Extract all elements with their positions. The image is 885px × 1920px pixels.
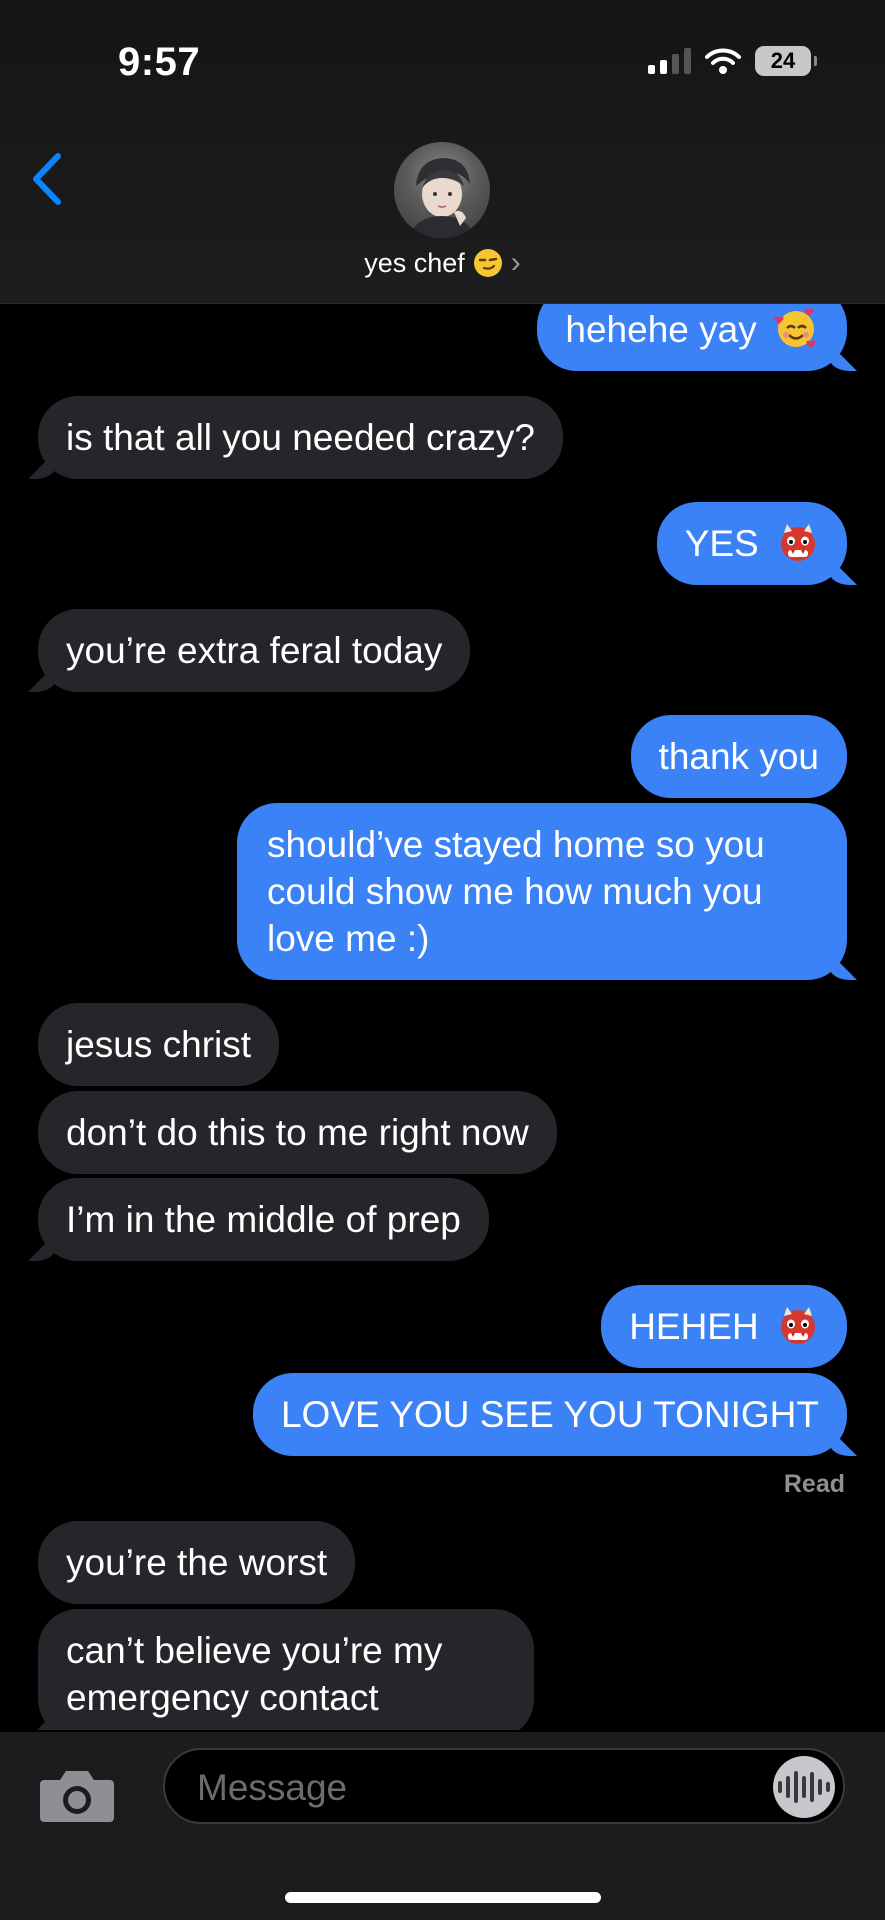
message-text: hehehe yay bbox=[565, 309, 757, 350]
message-bubble-incoming[interactable]: can’t believe you’re my emergency contac… bbox=[38, 1609, 534, 1730]
message-text: YES bbox=[684, 523, 759, 564]
read-receipt: Read bbox=[783, 1470, 845, 1498]
message-text: thank you bbox=[658, 736, 819, 777]
ogre-icon bbox=[781, 1307, 815, 1344]
message-input-container bbox=[163, 1748, 845, 1824]
message-bubble-outgoing[interactable]: LOVE YOU SEE YOU TONIGHT bbox=[252, 1373, 847, 1456]
message-bubble-incoming[interactable]: you’re the worst bbox=[38, 1521, 356, 1604]
contact-name: yes chef bbox=[364, 247, 465, 278]
message-text: you’re extra feral today bbox=[66, 630, 443, 671]
message-bubble-incoming[interactable]: you’re extra feral today bbox=[38, 609, 471, 692]
message-bubble-incoming[interactable]: I’m in the middle of prep bbox=[38, 1178, 489, 1261]
message-text: HEHEH bbox=[629, 1306, 759, 1347]
compose-bar bbox=[0, 1732, 885, 1920]
chevron-right-icon: › bbox=[510, 246, 521, 279]
avatar-illustration bbox=[408, 158, 476, 238]
status-icons: 24 bbox=[648, 46, 817, 76]
message-bubble-outgoing[interactable]: thank you bbox=[630, 715, 847, 798]
message-bubble-outgoing[interactable]: YES bbox=[656, 502, 847, 585]
battery-level: 24 bbox=[770, 48, 796, 73]
battery-icon: 24 bbox=[755, 46, 817, 76]
contact-avatar[interactable] bbox=[394, 142, 490, 238]
message-bubble-outgoing[interactable]: HEHEH bbox=[601, 1285, 847, 1368]
ogre-icon bbox=[781, 524, 815, 561]
voice-message-icon[interactable] bbox=[773, 1756, 835, 1818]
conversation-header: 9:57 24 yes chef › bbox=[0, 0, 885, 304]
wifi-icon bbox=[705, 48, 741, 74]
back-chevron-icon[interactable] bbox=[24, 150, 74, 208]
message-bubble-incoming[interactable]: is that all you needed crazy? bbox=[38, 396, 563, 479]
message-bubble-incoming[interactable]: don’t do this to me right now bbox=[38, 1091, 557, 1174]
home-indicator[interactable] bbox=[285, 1892, 601, 1903]
message-text: LOVE YOU SEE YOU TONIGHT bbox=[280, 1394, 819, 1435]
message-text: I’m in the middle of prep bbox=[66, 1199, 461, 1240]
message-bubble-outgoing[interactable]: should’ve stayed home so you could show … bbox=[237, 803, 847, 980]
message-bubble-incoming[interactable]: jesus christ bbox=[38, 1003, 280, 1086]
message-text: is that all you needed crazy? bbox=[66, 417, 535, 458]
status-time: 9:57 bbox=[118, 40, 201, 84]
message-text: can’t believe you’re my emergency contac… bbox=[66, 1630, 443, 1718]
message-text: you’re the worst bbox=[66, 1542, 328, 1583]
message-text: jesus christ bbox=[66, 1024, 252, 1065]
message-input[interactable] bbox=[195, 1762, 739, 1814]
contact-name-button[interactable]: yes chef › bbox=[0, 246, 885, 280]
message-text: don’t do this to me right now bbox=[66, 1112, 529, 1153]
cellular-signal-icon bbox=[648, 48, 691, 74]
smiling-face-with-hearts-icon bbox=[774, 308, 816, 348]
camera-icon[interactable] bbox=[38, 1764, 116, 1826]
smirking-face-icon bbox=[473, 249, 502, 277]
message-text: should’ve stayed home so you could show … bbox=[267, 824, 765, 959]
